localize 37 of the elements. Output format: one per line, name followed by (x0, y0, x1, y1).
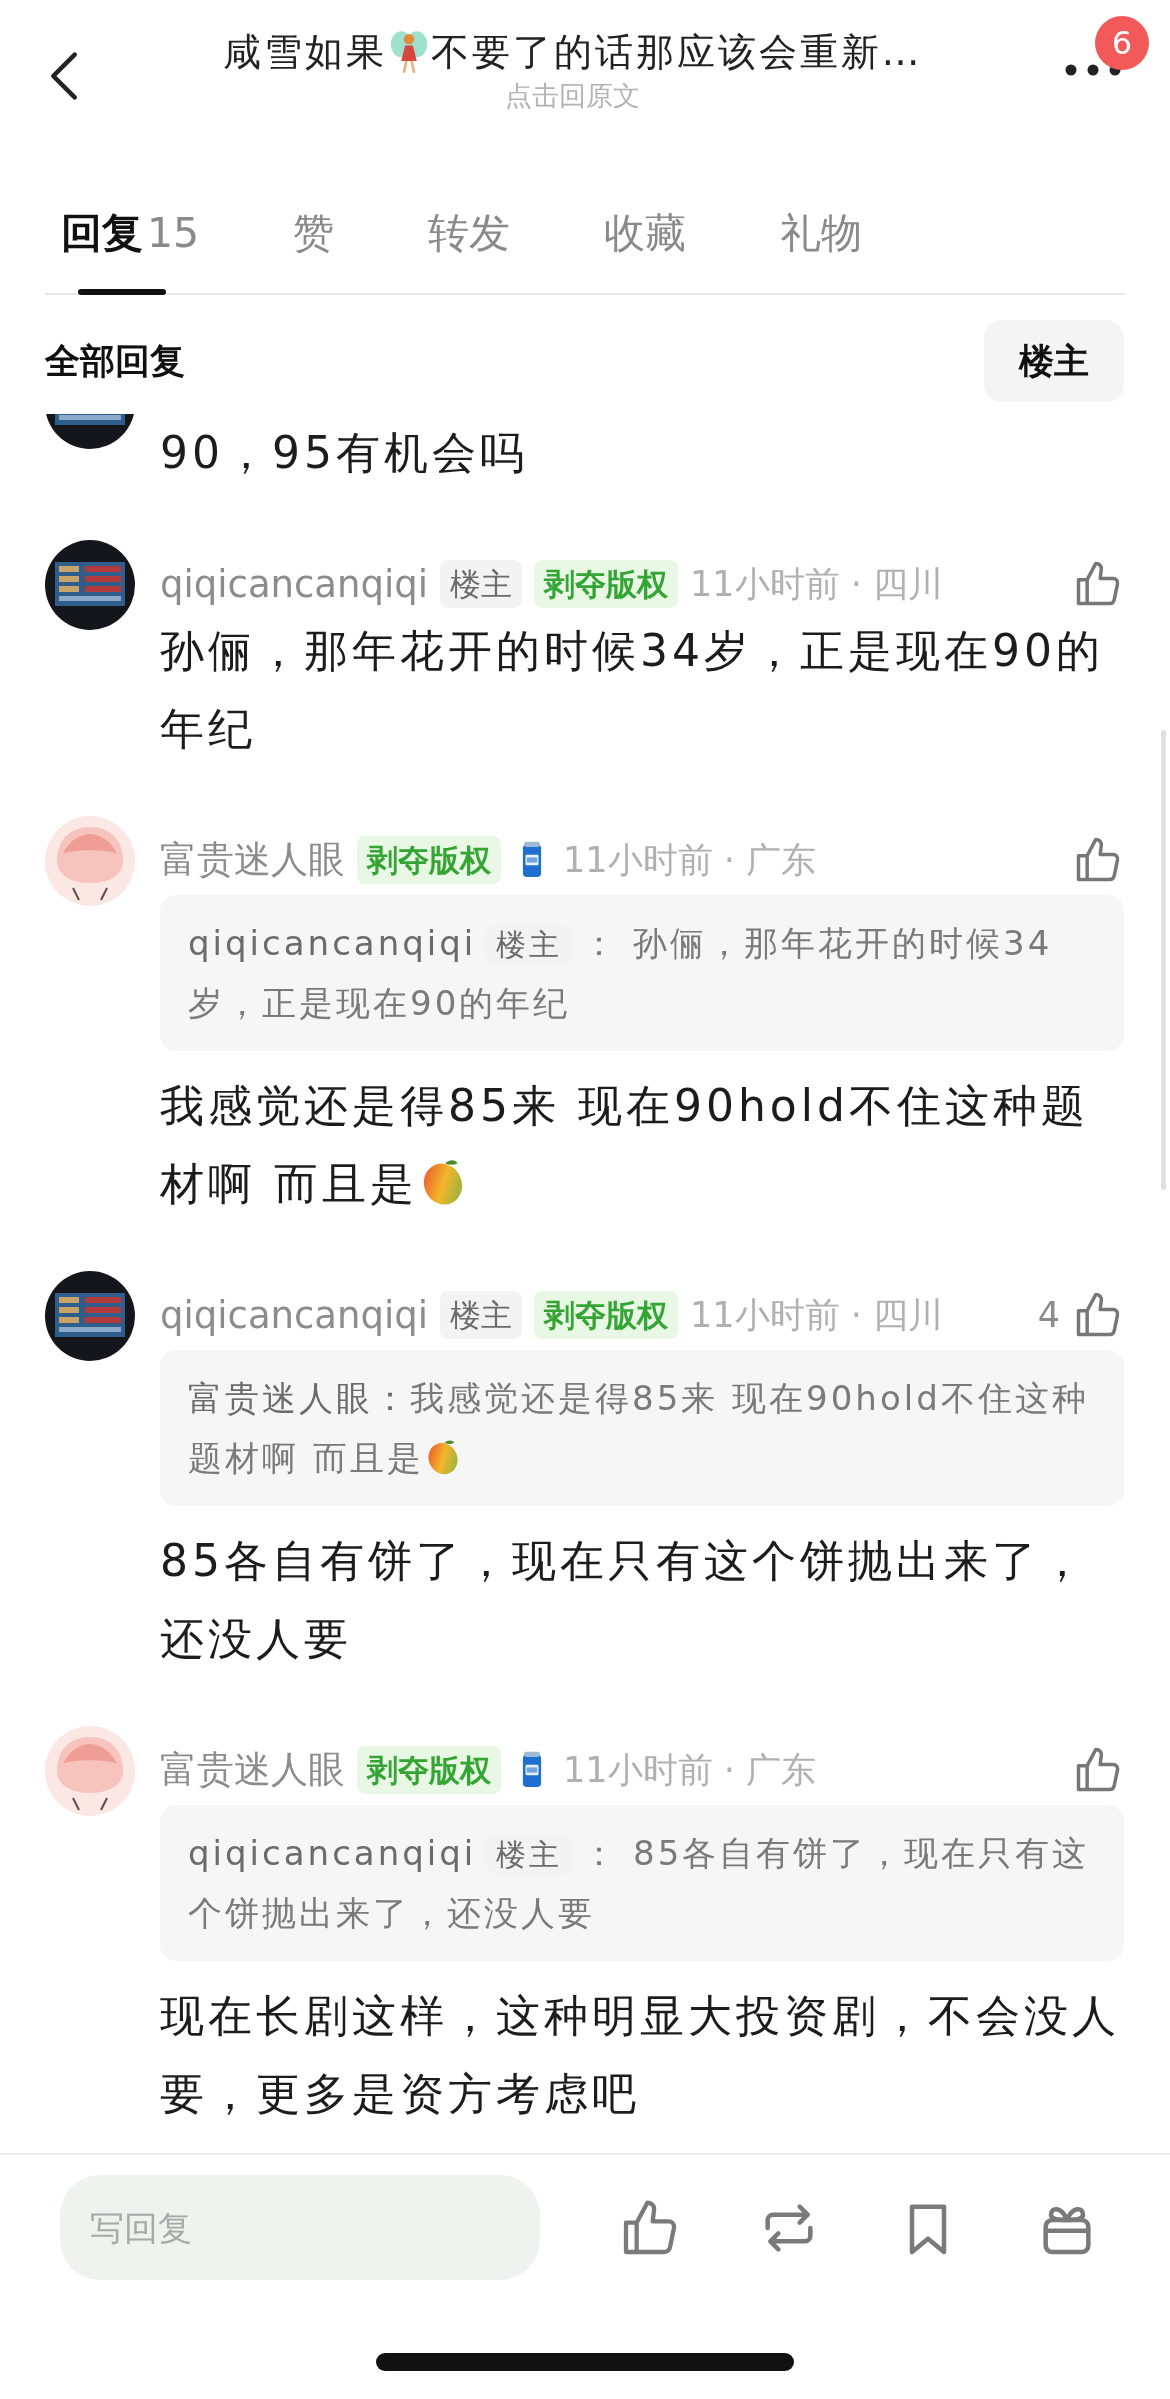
award-tag: 剥夺版权 (357, 1746, 501, 1794)
timestamp: 11小时前 · 四川 (690, 562, 943, 606)
op-tag: 楼主 (440, 1291, 522, 1339)
comment-text: 85各自有饼了，现在只有这个饼抛出来了，还没人要 (160, 1534, 1089, 1666)
tab[interactable]: 礼物 (780, 205, 863, 295)
timestamp: 11小时前 · 广东 (563, 838, 816, 882)
user-name[interactable]: 富贵迷人眼 (160, 1745, 345, 1795)
tab[interactable]: 赞 (293, 205, 335, 295)
quoted-reply: qiqicancanqiqi 楼主 ： 85各自有饼了，现在只有这个饼抛出来了，还没人要 (188, 1832, 1091, 1935)
post-title: 不要了的话那应该会重新… (430, 28, 923, 76)
user-name[interactable]: qiqicancanqiqi (160, 562, 428, 606)
award-tag: 剥夺版权 (357, 836, 501, 884)
tab[interactable]: 回复 15 (61, 205, 200, 295)
op-filter-button[interactable]: 楼主 (984, 320, 1124, 402)
notification-badge: 6 (1095, 16, 1149, 70)
quoted-reply: 富贵迷人眼：我感觉还是得85来 现在90hold不住这种题材啊 而且是 (188, 1377, 1090, 1480)
fairy-icon (388, 30, 429, 74)
like-count: 4 (1037, 1295, 1060, 1335)
reply-field[interactable]: 写回复 (60, 2175, 540, 2280)
timestamp: 11小时前 · 广东 (563, 1748, 816, 1792)
tab[interactable]: 收藏 (604, 205, 687, 295)
comment-text: 现在长剧这样，这种明显大投资剧，不会没人要，更多是资方考虑吧 (160, 1989, 1121, 2121)
comment-text: 我感觉还是得85来 现在90hold不住这种题材啊 而且是 (160, 1079, 1090, 1211)
award-tag: 剥夺版权 (534, 1291, 678, 1339)
comment-text: 孙俪，那年花开的时候34岁，正是现在90的年纪 (160, 624, 1105, 756)
comment-text: 90，95有机会吗 (160, 426, 529, 480)
user-name[interactable]: 富贵迷人眼 (160, 835, 345, 885)
tab[interactable]: 转发 (428, 205, 511, 295)
back-to-post-link[interactable]: 点击回原文 (505, 78, 640, 114)
timestamp: 11小时前 · 四川 (690, 1293, 943, 1337)
post-title: 咸雪如果 (222, 28, 387, 76)
award-tag: 剥夺版权 (534, 560, 678, 608)
op-tag: 楼主 (440, 560, 522, 608)
quoted-reply: qiqicancanqiqi 楼主 ： 孙俪，那年花开的时候34岁，正是现在90的年纪 (188, 922, 1054, 1025)
user-name[interactable]: qiqicancanqiqi (160, 1293, 428, 1337)
back-icon[interactable] (48, 50, 80, 102)
section-heading: 全部回复 (45, 339, 185, 383)
